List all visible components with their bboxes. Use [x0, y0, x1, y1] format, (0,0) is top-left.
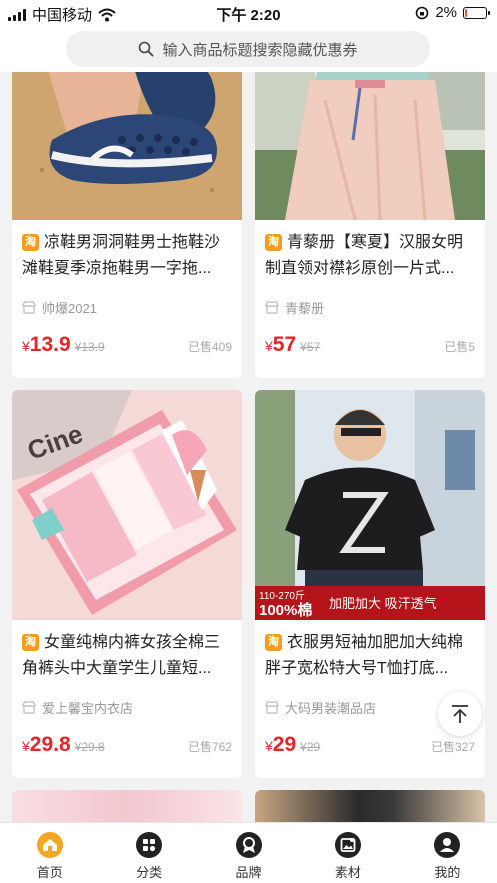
currency-symbol: ¥ — [22, 338, 30, 354]
price-row: ¥ 29 ¥29 已售327 — [265, 733, 475, 763]
bottom-tab-bar: 首页 分类 品牌 素材 我的 — [0, 822, 497, 883]
currency-symbol: ¥ — [265, 738, 273, 754]
shop-info: 帅爆2021 — [22, 298, 97, 317]
battery-icon — [463, 6, 490, 19]
sold-count: 已售327 — [430, 740, 475, 754]
rotation-lock-icon — [416, 6, 429, 19]
shop-name: 帅爆2021 — [42, 301, 97, 316]
taobao-badge: 淘 — [22, 234, 39, 251]
banner-features: 加肥加大 吸汗透气 — [329, 596, 437, 611]
tab-brand[interactable]: 品牌 — [199, 823, 298, 883]
tab-category[interactable]: 分类 — [99, 823, 198, 883]
shop-info: 爱上馨宝内衣店 — [22, 698, 133, 717]
sold-count: 已售5 — [444, 340, 475, 354]
tab-label: 品牌 — [235, 865, 262, 880]
scroll-to-top-button[interactable] — [438, 692, 482, 736]
shop-icon — [22, 701, 36, 714]
product-image: 110-270斤 100%棉 加肥加大 吸汗透气 — [255, 390, 485, 620]
product-title: 淘凉鞋男洞洞鞋男士拖鞋沙滩鞋夏季凉拖鞋男一字拖... — [22, 234, 221, 277]
product-title: 淘青藜册【寒夏】汉服女明制直领对襟衫原创一片式... — [265, 234, 464, 277]
sold-count: 已售762 — [187, 740, 232, 754]
product-image — [255, 72, 485, 220]
shop-name: 大码男装潮品店 — [285, 701, 377, 716]
search-bar: 输入商品标题搜索隐藏优惠券 — [0, 26, 497, 72]
shop-icon — [265, 701, 279, 714]
shop-name: 爱上馨宝内衣店 — [42, 701, 134, 716]
category-icon — [135, 831, 163, 859]
product-card[interactable] — [12, 790, 242, 822]
product-image — [12, 72, 242, 220]
price-row: ¥ 29.8 ¥29.8 已售762 — [22, 733, 232, 763]
shop-info: 青藜册 — [265, 298, 324, 317]
brand-icon — [235, 831, 263, 859]
original-price: ¥29 — [300, 740, 321, 754]
product-price: 29 — [272, 733, 297, 756]
search-input[interactable]: 输入商品标题搜索隐藏优惠券 — [66, 31, 430, 67]
tab-label: 首页 — [36, 865, 63, 880]
tab-label: 素材 — [334, 865, 361, 880]
product-card[interactable]: 淘凉鞋男洞洞鞋男士拖鞋沙滩鞋夏季凉拖鞋男一字拖... 帅爆2021 ¥ 13.9… — [12, 72, 242, 378]
product-image — [12, 790, 242, 822]
search-placeholder: 输入商品标题搜索隐藏优惠券 — [162, 41, 358, 59]
original-price: ¥57 — [300, 340, 321, 354]
material-icon — [334, 831, 362, 859]
tab-label: 我的 — [434, 865, 461, 880]
product-title: 淘衣服男短袖加肥加大纯棉胖子宽松特大号T恤打底... — [265, 634, 464, 677]
product-banner: 110-270斤 100%棉 加肥加大 吸汗透气 — [255, 586, 485, 620]
product-title: 淘女童纯棉内裤女孩全棉三角裤头中大童学生儿童短... — [22, 634, 221, 677]
currency-symbol: ¥ — [265, 338, 273, 354]
home-icon — [36, 831, 64, 859]
shop-icon — [22, 301, 36, 314]
original-price: ¥29.8 — [74, 740, 105, 754]
status-bar: 中国移动 下午 2:20 2% — [0, 0, 497, 26]
tab-label: 分类 — [136, 865, 163, 880]
price-row: ¥ 57 ¥57 已售5 — [265, 333, 475, 363]
product-feed[interactable]: 淘凉鞋男洞洞鞋男士拖鞋沙滩鞋夏季凉拖鞋男一字拖... 帅爆2021 ¥ 13.9… — [0, 72, 497, 822]
product-price: 13.9 — [29, 333, 71, 356]
tab-material[interactable]: 素材 — [298, 823, 397, 883]
product-image: Cine — [12, 390, 242, 620]
currency-symbol: ¥ — [22, 738, 30, 754]
original-price: ¥13.9 — [74, 340, 105, 354]
tab-profile[interactable]: 我的 — [398, 823, 497, 883]
product-price: 29.8 — [29, 733, 71, 756]
taobao-badge: 淘 — [265, 234, 282, 251]
taobao-badge: 淘 — [265, 634, 282, 651]
arrow-up-icon — [452, 705, 468, 723]
tab-home[interactable]: 首页 — [0, 823, 99, 883]
shop-name: 青藜册 — [285, 301, 325, 316]
product-image — [255, 790, 485, 822]
product-card[interactable]: Cine 淘女童纯棉内裤女孩全棉三角裤头中大童学生儿童短... 爱上馨宝内衣店 … — [12, 390, 242, 778]
battery-percent: 2% — [435, 4, 457, 21]
profile-icon — [433, 831, 461, 859]
product-price: 57 — [272, 333, 297, 356]
shop-info: 大码男装潮品店 — [265, 698, 376, 717]
product-card[interactable] — [255, 790, 485, 822]
shop-icon — [265, 301, 279, 314]
sold-count: 已售409 — [187, 340, 232, 354]
price-row: ¥ 13.9 ¥13.9 已售409 — [22, 333, 232, 363]
product-card[interactable]: 淘青藜册【寒夏】汉服女明制直领对襟衫原创一片式... 青藜册 ¥ 57 ¥57 … — [255, 72, 485, 378]
search-icon — [139, 41, 154, 57]
taobao-badge: 淘 — [22, 634, 39, 651]
banner-material: 100%棉 — [259, 602, 313, 619]
